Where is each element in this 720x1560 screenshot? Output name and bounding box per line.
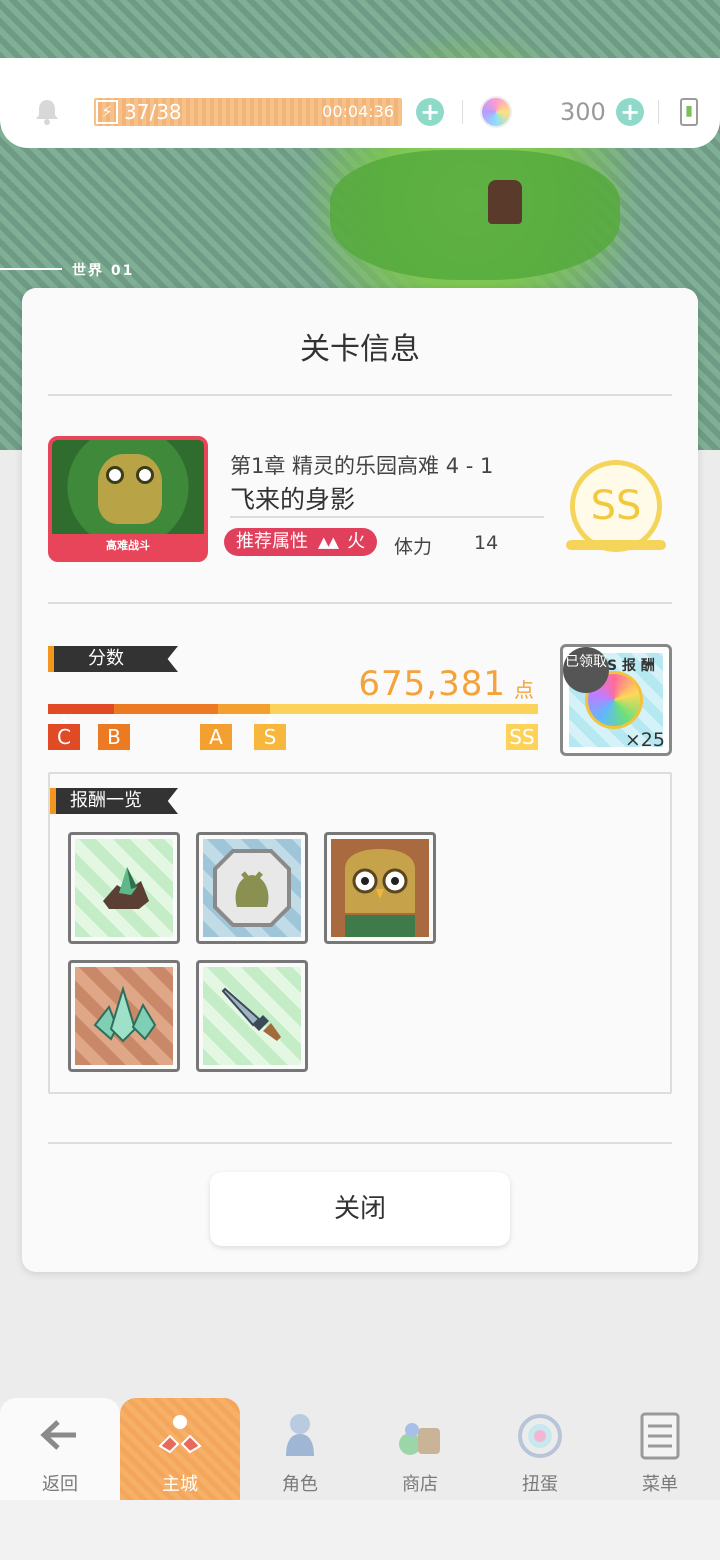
rank-segment-s [270,704,538,714]
reward-item-sword[interactable] [196,960,308,1072]
world-label: 世界 01 [72,263,135,279]
crystal-ore-icon [103,867,149,909]
gacha-icon [518,1414,562,1458]
rank-marker-c: C [48,716,80,750]
world-tree [330,150,620,280]
rank-badge-ribbon [566,540,666,550]
nav-gacha[interactable]: 扭蛋 [480,1398,600,1500]
attribute-value: 火 [347,531,366,552]
shop-icon [399,1423,440,1455]
rank-marker-a: A [200,716,232,750]
rank-marker-s: S [254,716,286,750]
rewards-section-label: 报酬一览 [50,788,178,814]
player-character [488,180,522,224]
rank-marker-b: B [98,716,130,750]
claimed-badge: 已领取 [563,647,609,693]
reward-count: ×25 [624,729,665,751]
bottom-navigation: 返回 主城 角色 商店 扭蛋 菜单 [0,1398,720,1500]
reward-item-crystal-cluster[interactable] [68,960,180,1072]
sword-icon [221,987,281,1041]
bell-icon[interactable] [34,98,60,126]
score-section-label: 分数 [48,646,178,672]
close-button[interactable]: 关闭 [210,1172,510,1246]
nav-label: 主城 [162,1474,198,1495]
add-gems-button[interactable]: + [616,98,644,126]
main-city-icon [158,1415,202,1454]
rank-marker-ss: SS [506,716,538,750]
nav-label: 返回 [42,1474,78,1495]
character-icon [286,1414,314,1456]
thumb-band-label: 高难战斗 [52,534,204,558]
stamina-cost-value: 14 [474,532,499,554]
owl-character-icon [331,839,429,937]
lightning-icon: ⚡ [96,100,118,124]
nav-menu[interactable]: 菜单 [600,1398,720,1500]
reward-item-slime-coin[interactable] [196,832,308,944]
nav-main-city[interactable]: 主城 [120,1398,240,1500]
divider [230,516,544,518]
score-progress-track [48,704,538,714]
back-arrow-icon [40,1420,76,1450]
nav-label: 菜单 [642,1474,678,1495]
add-stamina-button[interactable]: + [416,98,444,126]
menu-icon [640,1412,680,1460]
nav-character[interactable]: 角色 [240,1398,360,1500]
system-nav-area [0,1500,720,1560]
world-label-line [0,268,62,270]
crystal-cluster-icon [93,985,157,1043]
dialog-title: 关卡信息 [300,332,420,367]
score-unit: 点 [514,678,534,702]
stage-thumbnail: 高难战斗 [48,436,208,562]
stamina-value: 37/38 [124,100,182,124]
reward-item-owl-character[interactable] [324,832,436,944]
owl-boss-icon [98,454,162,524]
stamina-bar: ⚡ 37/38 00:04:36 [94,98,402,126]
rainbow-gem-icon [480,96,512,128]
nav-label: 扭蛋 [522,1474,558,1495]
gem-count: 300 [560,98,606,126]
triangle-attribute-icon: ▲▲ [318,533,339,551]
status-bar: ⚡ 37/38 00:04:36 + 300 + ▮ [0,58,720,148]
slime-coin-icon [213,849,291,927]
divider [658,100,659,124]
nav-shop[interactable]: 商店 [360,1398,480,1500]
stage-name: 飞来的身影 [230,485,356,514]
divider [48,394,672,396]
recommended-attr-label: 推荐属性 [236,531,308,552]
battery-icon: ▮ [680,98,698,126]
rank-badge: SS [570,460,662,552]
divider [48,1142,672,1144]
divider [462,100,463,124]
rewards-panel: 报酬一览 [48,772,672,1094]
nav-label: 角色 [282,1474,318,1495]
divider [48,602,672,604]
owl-eye [136,466,154,484]
recommended-attribute-pill: 推荐属性 ▲▲ 火 [224,528,378,556]
rank-segment-b [114,704,218,714]
stamina-timer: 00:04:36 [322,102,394,121]
rank-segment-c [48,704,114,714]
stamina-cost-label: 体力 [394,536,433,558]
rank-segment-a [218,704,270,714]
nav-label: 商店 [402,1474,438,1495]
score-value: 675,381 [358,664,506,704]
reward-item-crystal-ore[interactable] [68,832,180,944]
stage-info-dialog: 关卡信息 高难战斗 第1章 精灵的乐园高难 4 - 1 飞来的身影 推荐属性 ▲… [22,288,698,1272]
ss-reward-box[interactable]: S 报 酬 已领取 ×25 [560,644,672,756]
stage-chapter: 第1章 精灵的乐园高难 4 - 1 [230,454,494,478]
owl-eye [106,466,124,484]
nav-back[interactable]: 返回 [0,1398,120,1500]
